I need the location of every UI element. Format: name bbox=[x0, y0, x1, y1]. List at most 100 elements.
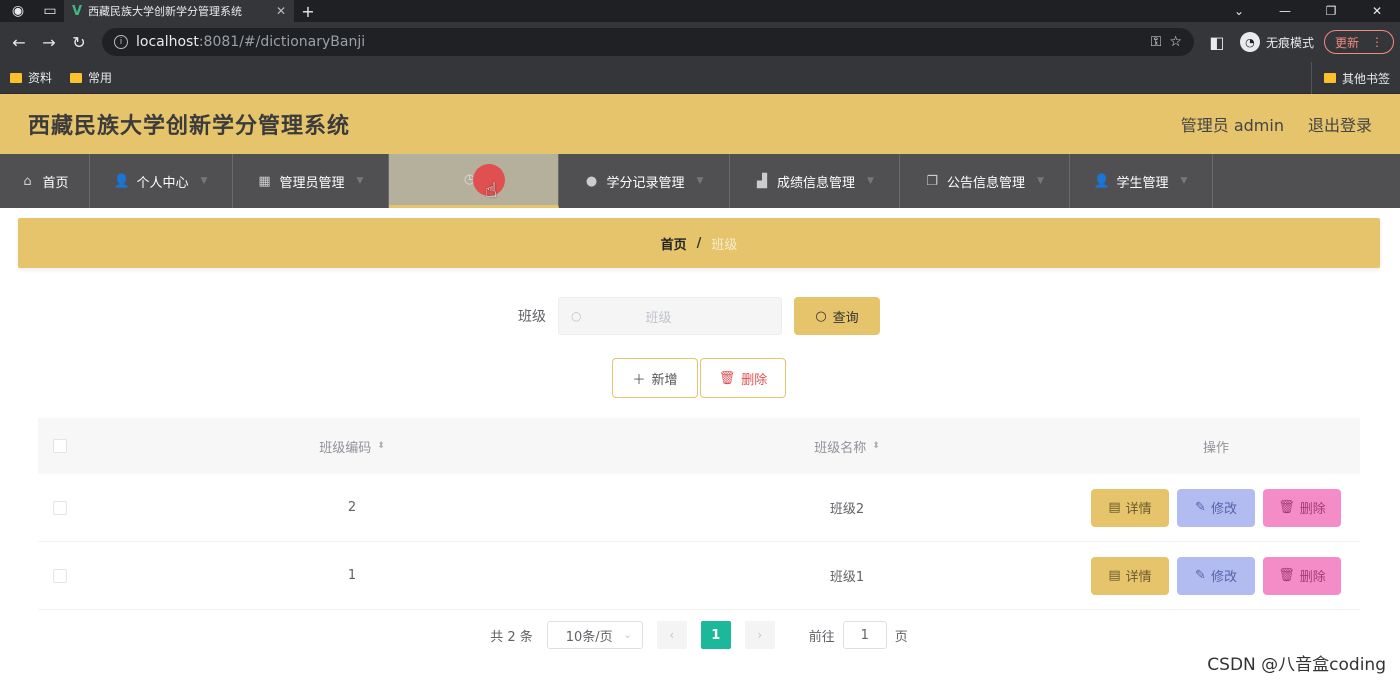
column-label: 班级编码 bbox=[319, 440, 372, 456]
sidebar-icon[interactable]: ◧ bbox=[1204, 29, 1230, 55]
bookmarks-bar: 资料 常用 其他书签 bbox=[0, 62, 1400, 94]
browser-tab[interactable]: V 西藏民族大学创新学分管理系统 ✕ bbox=[64, 0, 294, 22]
sort-icon[interactable]: ⬍ bbox=[377, 441, 385, 451]
reload-icon[interactable]: ↻ bbox=[66, 29, 92, 55]
minimize-icon[interactable]: — bbox=[1262, 0, 1308, 22]
sort-icon[interactable]: ⬍ bbox=[872, 441, 880, 451]
select-all-checkbox[interactable] bbox=[53, 439, 67, 453]
delete-label: 删除 bbox=[1299, 502, 1326, 517]
detail-button[interactable]: ▤ 详情 bbox=[1091, 556, 1169, 595]
info-icon[interactable]: i bbox=[114, 35, 128, 49]
pagination: 共 2 条 10条/页 ⌄ ‹ 1 › 前往 1 页 bbox=[18, 621, 1380, 649]
bookmark-label: 常用 bbox=[88, 71, 113, 85]
folder-icon bbox=[10, 72, 22, 83]
search-input[interactable]: ○ 班级 bbox=[558, 297, 782, 335]
column-header-name[interactable]: 班级名称 ⬍ bbox=[622, 437, 1072, 456]
star-icon[interactable]: ☆ bbox=[1169, 34, 1182, 50]
search-placeholder: 班级 bbox=[645, 310, 672, 326]
page-suffix: 页 bbox=[894, 629, 908, 645]
pencil-icon: ✎ bbox=[1195, 568, 1206, 583]
menu-item-credit[interactable]: ● 学分记录管理 ▼ bbox=[559, 154, 730, 208]
menu-item-notice[interactable]: ❐ 公告信息管理 ▼ bbox=[900, 154, 1070, 208]
more-icon: ⋮ bbox=[1371, 35, 1383, 49]
delete-label: 删除 bbox=[1299, 570, 1326, 585]
menu-item-admin[interactable]: ▦ 管理员管理 ▼ bbox=[233, 154, 389, 208]
chevron-down-icon[interactable]: ⌄ bbox=[1216, 0, 1262, 22]
batch-delete-button[interactable]: 🗑 删除 bbox=[700, 358, 786, 398]
detail-button[interactable]: ▤ 详情 bbox=[1091, 488, 1169, 527]
forward-icon[interactable]: → bbox=[36, 29, 62, 55]
detail-label: 详情 bbox=[1125, 502, 1152, 517]
globe-icon[interactable]: ◉ bbox=[0, 0, 36, 22]
logout-link[interactable]: 退出登录 bbox=[1308, 112, 1372, 136]
plus-icon: ＋ bbox=[632, 372, 646, 388]
page-number-current[interactable]: 1 bbox=[700, 621, 731, 649]
delete-button[interactable]: 🗑 删除 bbox=[1263, 556, 1341, 595]
other-bookmarks[interactable]: 其他书签 bbox=[1310, 62, 1390, 94]
page-size-select[interactable]: 10条/页 ⌄ bbox=[546, 621, 643, 649]
window-icon[interactable]: ▭ bbox=[36, 0, 64, 22]
url-input[interactable]: i localhost:8081/#/dictionaryBanji ⚿ ☆ bbox=[102, 28, 1194, 56]
close-icon[interactable]: ✕ bbox=[276, 4, 286, 18]
new-tab-icon[interactable]: + bbox=[294, 2, 322, 21]
menu-label: 首页 bbox=[42, 175, 69, 191]
menu-item-grades[interactable]: ▟ 成绩信息管理 ▼ bbox=[730, 154, 900, 208]
back-icon[interactable]: ← bbox=[6, 29, 32, 55]
class-table: 班级编码 ⬍ 班级名称 ⬍ 操作 2 班级2 ▤ 详情 ✎ 修改 🗑 删除 1 … bbox=[38, 418, 1360, 610]
table-row: 1 班级1 ▤ 详情 ✎ 修改 🗑 删除 bbox=[38, 542, 1360, 610]
edit-button[interactable]: ✎ 修改 bbox=[1177, 488, 1255, 527]
browser-tabbar: ◉ ▭ V 西藏民族大学创新学分管理系统 ✕ + ⌄ — ❐ ✕ bbox=[0, 0, 1400, 22]
restore-icon[interactable]: ❐ bbox=[1308, 0, 1354, 22]
bookmark-folder[interactable]: 常用 bbox=[70, 69, 112, 86]
update-label: 更新 bbox=[1334, 35, 1359, 50]
menu-label: 学分记录管理 bbox=[606, 175, 685, 191]
breadcrumb-current: 班级 bbox=[711, 237, 738, 253]
user-label: 管理员 admin bbox=[1180, 116, 1284, 135]
bookmark-folder[interactable]: 资料 bbox=[10, 69, 52, 86]
goto-label: 前往 bbox=[808, 629, 835, 645]
chevron-down-icon: ⌄ bbox=[623, 629, 632, 641]
address-bar: ← → ↻ i localhost:8081/#/dictionaryBanji… bbox=[0, 22, 1400, 62]
delete-button[interactable]: 🗑 删除 bbox=[1263, 488, 1341, 527]
update-button[interactable]: 更新 ⋮ bbox=[1323, 30, 1394, 54]
edit-button[interactable]: ✎ 修改 bbox=[1177, 556, 1255, 595]
row-actions: ▤ 详情 ✎ 修改 🗑 删除 bbox=[1072, 556, 1360, 595]
menu-label: 成绩信息管理 bbox=[777, 175, 856, 191]
vue-logo-icon: V bbox=[72, 3, 83, 19]
next-page-button[interactable]: › bbox=[744, 621, 775, 649]
tab-title: 西藏民族大学创新学分管理系统 bbox=[88, 5, 243, 18]
breadcrumb-home[interactable]: 首页 bbox=[661, 234, 687, 253]
pencil-icon: ✎ bbox=[1195, 500, 1206, 515]
edit-label: 修改 bbox=[1210, 502, 1237, 517]
menu-item-active[interactable]: ◷ ☝ bbox=[389, 154, 559, 208]
goto-page-input[interactable]: 1 bbox=[842, 621, 887, 649]
goto-page: 前往 1 页 bbox=[809, 621, 908, 649]
copy-icon: ❐ bbox=[926, 173, 938, 189]
row-checkbox[interactable] bbox=[53, 568, 67, 583]
app-header: 西藏民族大学创新学分管理系统 管理员 admin 退出登录 bbox=[0, 94, 1400, 154]
query-button[interactable]: ○ 查询 bbox=[794, 297, 880, 335]
trash-icon: 🗑 bbox=[718, 370, 736, 386]
close-icon[interactable]: ✕ bbox=[1354, 0, 1400, 22]
incognito-label: 无痕模式 bbox=[1265, 35, 1314, 50]
prev-page-button[interactable]: ‹ bbox=[656, 621, 687, 649]
key-icon[interactable]: ⚿ bbox=[1151, 34, 1162, 50]
menu-item-students[interactable]: 👤 学生管理 ▼ bbox=[1070, 154, 1213, 208]
main-menu: ⌂ 首页 👤 个人中心 ▼ ▦ 管理员管理 ▼ ◷ ☝ ● 学分记录管理 ▼ ▟… bbox=[0, 154, 1400, 208]
menu-item-home[interactable]: ⌂ 首页 bbox=[0, 154, 90, 208]
url-host: localhost bbox=[136, 34, 199, 50]
row-checkbox[interactable] bbox=[53, 500, 67, 515]
chart-icon: ▟ bbox=[757, 173, 768, 189]
menu-label: 个人中心 bbox=[136, 175, 189, 191]
add-button[interactable]: ＋ 新增 bbox=[612, 358, 698, 398]
url-path: :8081/#/dictionaryBanji bbox=[198, 34, 366, 50]
query-label: 查询 bbox=[832, 310, 859, 326]
chevron-down-icon: ▼ bbox=[867, 176, 874, 186]
menu-label: 学生管理 bbox=[1116, 175, 1169, 191]
incognito-icon: ◔ bbox=[1239, 32, 1260, 52]
cell-code: 1 bbox=[347, 568, 357, 583]
column-header-code[interactable]: 班级编码 ⬍ bbox=[82, 437, 622, 456]
menu-item-profile[interactable]: 👤 个人中心 ▼ bbox=[90, 154, 233, 208]
incognito-indicator[interactable]: ◔ 无痕模式 bbox=[1234, 32, 1320, 52]
detail-label: 详情 bbox=[1125, 570, 1152, 585]
